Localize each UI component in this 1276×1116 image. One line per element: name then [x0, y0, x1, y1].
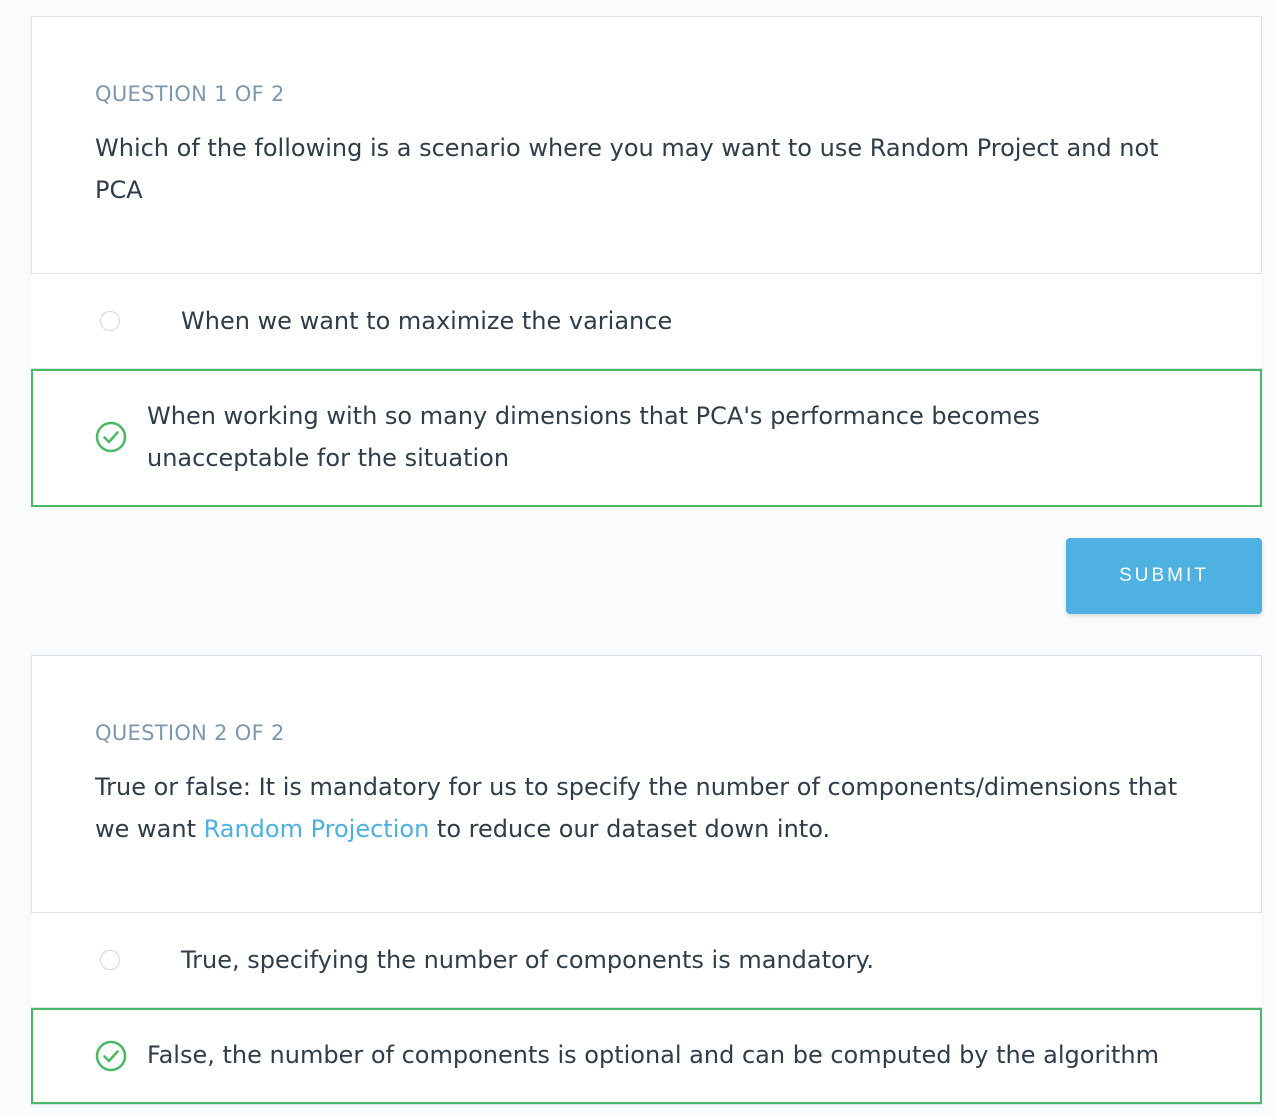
- answer-label: True, specifying the number of component…: [181, 946, 874, 974]
- question-text: True or false: It is mandatory for us to…: [95, 766, 1195, 850]
- answer-option-1[interactable]: True, specifying the number of component…: [31, 913, 1262, 1008]
- submit-button[interactable]: SUBMIT: [1066, 538, 1262, 614]
- answer-label: False, the number of components is optio…: [147, 1041, 1159, 1069]
- question-card-2: QUESTION 2 OF 2 True or false: It is man…: [31, 655, 1262, 1105]
- answer-option-1[interactable]: When we want to maximize the variance: [31, 274, 1262, 369]
- question-text-after: to reduce our dataset down into.: [429, 815, 831, 843]
- question-header: QUESTION 2 OF 2 True or false: It is man…: [32, 656, 1261, 913]
- question-count: QUESTION 1 OF 2: [95, 82, 285, 106]
- answer-label: When working with so many dimensions tha…: [147, 402, 1040, 472]
- question-header: QUESTION 1 OF 2 Which of the following i…: [32, 17, 1261, 274]
- question-count: QUESTION 2 OF 2: [95, 721, 285, 745]
- question-card-1: QUESTION 1 OF 2 Which of the following i…: [31, 16, 1262, 507]
- answer-option-2-correct[interactable]: When working with so many dimensions tha…: [31, 369, 1262, 507]
- check-circle-icon: [95, 421, 127, 453]
- question-text: Which of the following is a scenario whe…: [95, 134, 1159, 204]
- answer-label: When we want to maximize the variance: [181, 307, 673, 335]
- quiz-page: QUESTION 1 OF 2 Which of the following i…: [0, 0, 1276, 1116]
- check-circle-icon: [95, 1040, 127, 1072]
- radio-empty-icon[interactable]: [100, 311, 120, 331]
- answer-option-2-correct[interactable]: False, the number of components is optio…: [31, 1008, 1262, 1104]
- radio-empty-icon[interactable]: [100, 950, 120, 970]
- random-projection-link[interactable]: Random Projection: [204, 815, 430, 843]
